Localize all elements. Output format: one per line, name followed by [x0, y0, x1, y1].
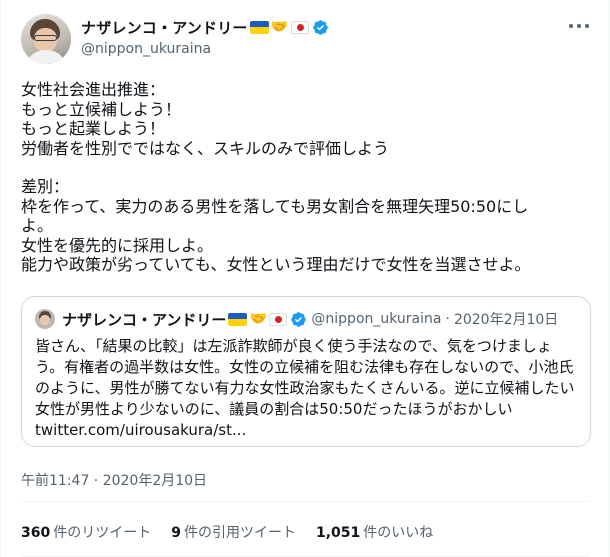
tweet-stats: 360 件のリツイート 9 件の引用ツイート 1,051 件のいいね — [21, 522, 453, 542]
tweet-line: 女性を優先的に採用しよ。 — [21, 235, 214, 255]
quoted-tweet-body: 皆さん、「結果の比較」は左派詐欺師が良く使う手法なので、気をつけましょ う。有権… — [35, 336, 580, 441]
quoted-author-handle: @nippon_ukuraina — [311, 311, 442, 327]
ukraine-flag-icon — [249, 20, 269, 34]
japan-flag-icon — [290, 20, 309, 34]
quoted-tweet[interactable]: ナザレンコ・アンドリー 🤝 @nippon_ukuraina · 2020年2月… — [21, 296, 591, 447]
tweet-line: 差別： — [21, 177, 70, 196]
likes-label: 件のいいね — [363, 525, 434, 541]
tweet-timestamp[interactable]: 午前11:47 · 2020年2月10日 — [21, 470, 207, 490]
tweet-line: よ。 — [21, 216, 54, 235]
retweets-label: 件のリツイート — [53, 525, 152, 541]
likes-stat[interactable]: 1,051 件のいいね — [316, 522, 433, 542]
tweet-line: もっと立候補しよう！ — [21, 99, 182, 119]
quoted-line: う。有権者の過半数は女性。女性の立候補を阻む法律も存在しないので、小池氏 — [35, 358, 574, 376]
handshake-icon: 🤝 — [249, 311, 268, 327]
more-options-icon[interactable] — [569, 24, 589, 30]
tweet-line: 労働者を性別でではなく、スキルのみで評価しよう — [21, 138, 390, 158]
author-avatar[interactable] — [21, 14, 71, 64]
author-handle[interactable]: @nippon_ukuraina — [81, 41, 589, 57]
quoted-line: のように、男性が勝てない有力な女性政治家もたくさんいる。逆に立候補したい — [35, 379, 575, 397]
verified-badge-icon — [312, 19, 328, 35]
tweet-line: 能力や政策が劣っていても、女性という理由だけで女性を当選させよ。 — [21, 255, 531, 274]
quoted-author-avatar — [35, 309, 55, 329]
retweets-count: 360 — [21, 525, 51, 541]
quotes-label: 件の引用ツイート — [183, 525, 296, 541]
japan-flag-icon — [269, 312, 288, 326]
quoted-author-display-name: ナザレンコ・アンドリー — [62, 310, 227, 329]
tweet-card: ナザレンコ・アンドリー 🤝 @nippon_ukuraina 女性社会進出推進：… — [0, 0, 610, 557]
likes-count: 1,051 — [315, 525, 361, 541]
verified-badge-icon — [291, 311, 307, 327]
tweet-header: ナザレンコ・アンドリー 🤝 @nippon_ukuraina — [81, 16, 589, 60]
quotes-count: 9 — [171, 525, 181, 541]
author-display-name[interactable]: ナザレンコ・アンドリー — [81, 17, 248, 38]
handshake-icon: 🤝 — [270, 19, 289, 35]
quoted-tweet-date: 2020年2月10日 — [453, 312, 559, 328]
quoted-link[interactable]: twitter.com/uirousakura/st... — [35, 420, 580, 441]
quoted-tweet-header: ナザレンコ・アンドリー 🤝 @nippon_ukuraina · 2020年2月… — [62, 309, 580, 329]
tweet-line: 女性社会進出推進： — [21, 80, 166, 99]
tweet-body: 女性社会進出推進： もっと立候補しよう！ もっと起業しよう！ 労働者を性別ででは… — [21, 80, 591, 275]
retweets-stat[interactable]: 360 件のリツイート — [21, 522, 151, 542]
tweet-line: もっと起業しよう！ — [21, 119, 166, 138]
quoted-line: 女性が男性より少ないのに、議員の割合は50:50だったほうがおかしい — [35, 400, 513, 418]
separator-dot: · — [445, 311, 450, 327]
quotes-stat[interactable]: 9 件の引用ツイート — [171, 522, 296, 542]
author-name-row[interactable]: ナザレンコ・アンドリー 🤝 — [81, 16, 589, 38]
tweet-line: 枠を作って、実力のある男性を落しても男女割合を無理矢理50:50にし — [21, 196, 529, 216]
ukraine-flag-icon — [228, 312, 248, 326]
quoted-line: 皆さん、「結果の比較」は左派詐欺師が良く使う手法なので、気をつけましょ — [35, 337, 552, 355]
divider — [21, 501, 589, 502]
